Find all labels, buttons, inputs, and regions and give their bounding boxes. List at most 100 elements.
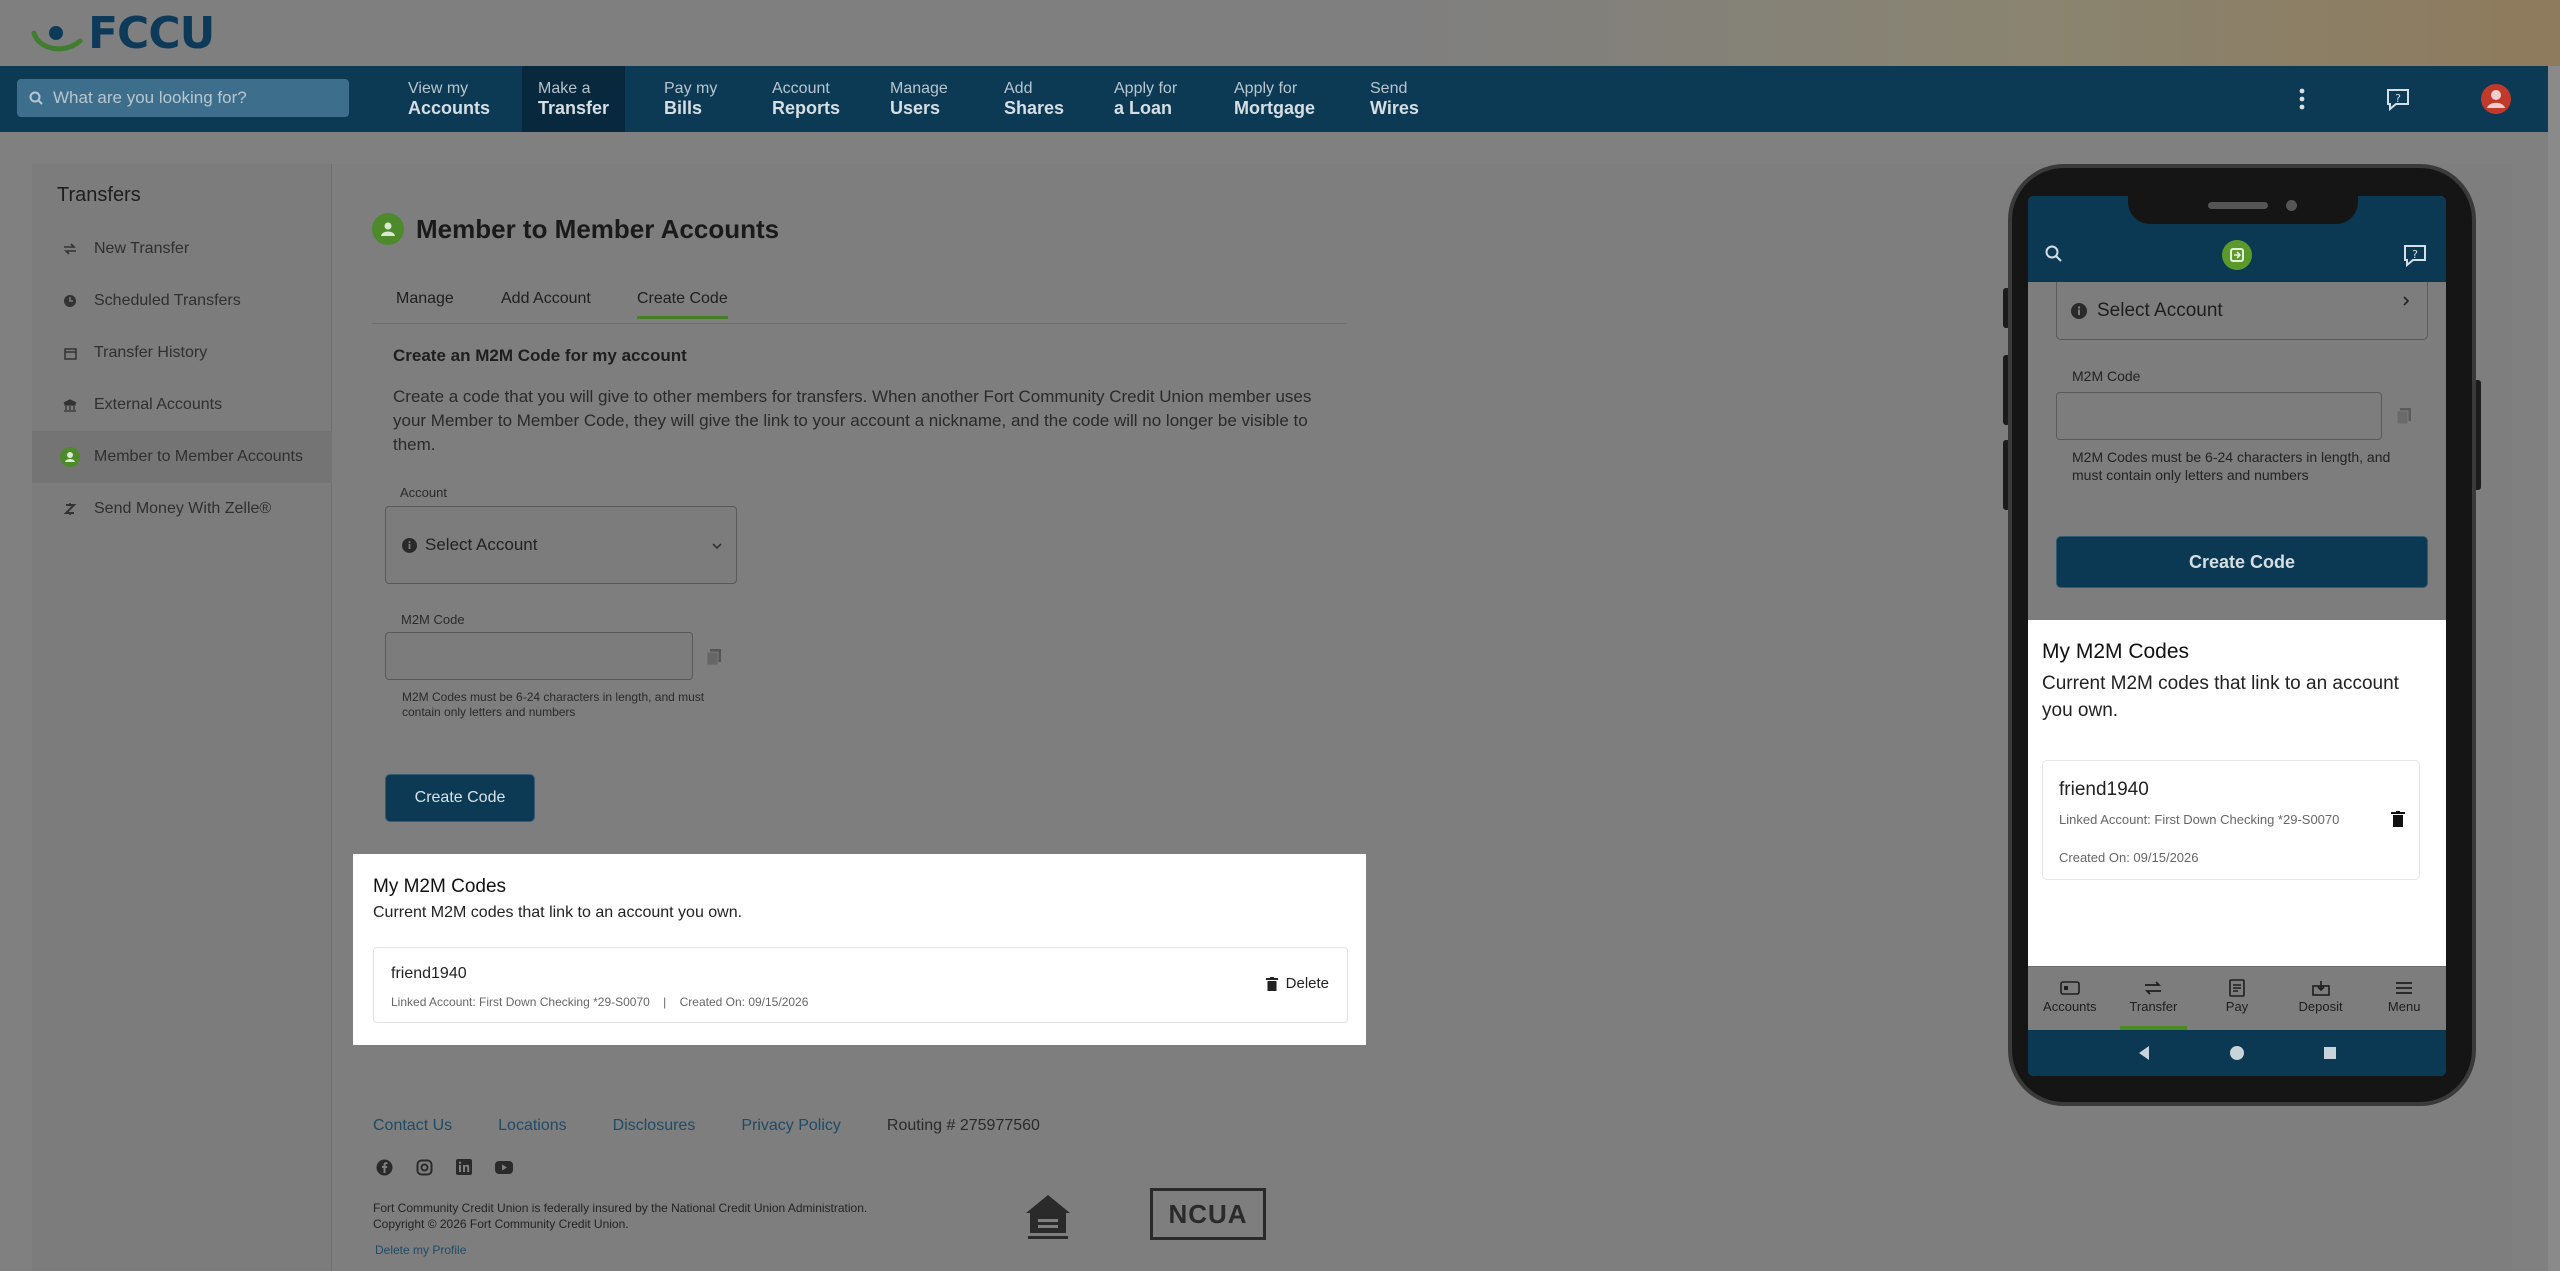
linkedin-icon[interactable] [455, 1158, 473, 1176]
svg-text:?: ? [2412, 248, 2418, 261]
phone-tab-label: Pay [2225, 999, 2249, 1014]
nav-users[interactable]: Manage Users [874, 66, 964, 132]
phone-tab-transfer[interactable]: Transfer [2112, 967, 2196, 1030]
nav-accounts[interactable]: View my Accounts [392, 66, 506, 132]
phone-code-linked: Linked Account: First Down Checking *29-… [2059, 812, 2340, 827]
sidebar-item-member-to-member[interactable]: Member to Member Accounts [32, 431, 332, 483]
android-nav-bar [2028, 1030, 2446, 1076]
phone-tab-accounts[interactable]: Accounts [2028, 967, 2112, 1030]
phone-code-created: Created On: 09/15/2026 [2059, 850, 2199, 865]
nav-reports-l2: Reports [772, 98, 841, 118]
logo-mark-icon [31, 26, 83, 52]
phone-account-select[interactable]: Select Account [2056, 282, 2428, 340]
footer-link-contact[interactable]: Contact Us [373, 1117, 452, 1135]
delete-profile-link[interactable]: Delete my Profile [375, 1243, 466, 1257]
sidebar-item-label: New Transfer [94, 240, 190, 257]
phone-copy-icon[interactable] [2396, 407, 2412, 425]
phone-m2m-input[interactable] [2056, 392, 2382, 440]
nav-transfer-l1: Make a [538, 80, 591, 97]
nav-loan[interactable]: Apply for a Loan [1098, 66, 1193, 132]
home-icon[interactable] [2229, 1045, 2245, 1061]
chevron-right-icon [2403, 296, 2409, 306]
footer-link-privacy[interactable]: Privacy Policy [741, 1117, 841, 1135]
copy-icon[interactable] [706, 648, 722, 666]
search-box[interactable] [17, 79, 349, 117]
phone-codes-title: My M2M Codes [2042, 640, 2190, 663]
transfer-icon [2143, 977, 2163, 999]
nav-shares[interactable]: Add Shares [988, 66, 1080, 132]
user-avatar-icon [2481, 84, 2511, 114]
calendar-icon [60, 347, 80, 360]
nav-bills-l1: Pay my [664, 80, 718, 97]
nav-shares-l1: Add [1004, 80, 1033, 97]
phone-m2m-label: M2M Code [2072, 368, 2141, 384]
legal-insured: Fort Community Credit Union is federally… [373, 1201, 868, 1215]
recents-icon[interactable] [2323, 1046, 2337, 1060]
phone-create-code-button[interactable]: Create Code [2056, 536, 2428, 588]
sidebar-item-new-transfer[interactable]: New Transfer [32, 223, 332, 275]
account-select[interactable]: Select Account [385, 506, 737, 584]
code-name: friend1940 [391, 965, 467, 982]
delete-label: Delete [1285, 975, 1329, 992]
sidebar-item-label: Transfer History [94, 344, 208, 361]
footer-link-disclosures[interactable]: Disclosures [613, 1117, 696, 1135]
user-avatar-button[interactable] [2466, 66, 2526, 132]
nav-mortgage[interactable]: Apply for Mortgage [1218, 66, 1331, 132]
create-code-button[interactable]: Create Code [385, 774, 535, 822]
nav-transfer[interactable]: Make a Transfer [522, 66, 626, 132]
nav-bills-l2: Bills [664, 98, 703, 118]
nav-reports[interactable]: Account Reports [756, 66, 856, 132]
search-input[interactable] [53, 88, 333, 108]
sidebar-item-zelle[interactable]: Send Money With Zelle® [32, 483, 332, 535]
page-title: Member to Member Accounts [416, 213, 780, 244]
sidebar-item-label: Send Money With Zelle® [94, 500, 272, 517]
tab-create-code[interactable]: Create Code [637, 290, 728, 319]
instagram-icon[interactable] [415, 1158, 433, 1176]
fccu-logo[interactable]: FCCU [30, 8, 215, 59]
social-links [375, 1158, 535, 1176]
page-scrollbar[interactable] [2548, 66, 2560, 1271]
phone-app-badge-icon[interactable] [2222, 240, 2252, 270]
sidebar-item-scheduled-transfers[interactable]: Scheduled Transfers [32, 275, 332, 327]
main-nav: View myAccounts Make aTransfer Pay myBil… [0, 66, 2548, 132]
phone-tab-deposit[interactable]: Deposit [2279, 967, 2363, 1030]
help-chat-button[interactable]: ? [2368, 66, 2428, 132]
phone-tab-menu[interactable]: Menu [2362, 967, 2446, 1030]
section-heading: Create an M2M Code for my account [393, 346, 687, 365]
sidebar-item-transfer-history[interactable]: Transfer History [32, 327, 332, 379]
phone-trash-icon[interactable] [2391, 811, 2405, 827]
tab-manage[interactable]: Manage [396, 290, 454, 316]
nav-accounts-l2: Accounts [408, 98, 491, 118]
delete-code-button[interactable]: Delete [1265, 975, 1329, 992]
my-m2m-codes-panel: My M2M Codes Current M2M codes that link… [353, 854, 1366, 1045]
clock-icon [60, 294, 80, 308]
facebook-icon[interactable] [375, 1158, 393, 1176]
more-menu-button[interactable] [2272, 66, 2332, 132]
phone-tab-label: Accounts [2043, 999, 2097, 1014]
m2m-code-input[interactable] [385, 632, 693, 680]
phone-tab-pay[interactable]: Pay [2195, 967, 2279, 1030]
more-vertical-icon [2299, 88, 2305, 110]
footer-link-locations[interactable]: Locations [498, 1117, 567, 1135]
nav-wires[interactable]: Send Wires [1354, 66, 1435, 132]
nav-bills[interactable]: Pay my Bills [648, 66, 733, 132]
phone-search-icon[interactable] [2044, 244, 2064, 264]
sidebar-item-external-accounts[interactable]: External Accounts [32, 379, 332, 431]
tab-add-account[interactable]: Add Account [501, 290, 591, 316]
phone-tab-bar: Accounts Transfer Pay Deposit Menu [2028, 966, 2446, 1030]
ncua-logo: NCUA [1150, 1188, 1266, 1240]
sidebar-title: Transfers [57, 184, 141, 206]
code-created-on: Created On: 09/15/2026 [679, 995, 809, 1009]
footer-links: Contact Us Locations Disclosures Privacy… [373, 1117, 1086, 1135]
member-icon [60, 447, 80, 467]
legal-text: Fort Community Credit Union is federally… [373, 1200, 867, 1232]
youtube-icon[interactable] [495, 1158, 513, 1176]
accounts-icon [2059, 977, 2080, 999]
back-icon[interactable] [2137, 1045, 2151, 1061]
nav-wires-l2: Wires [1370, 98, 1419, 118]
sidebar-item-label: Scheduled Transfers [94, 292, 241, 309]
nav-wires-l1: Send [1370, 80, 1408, 97]
deposit-icon [2311, 977, 2330, 999]
phone-help-chat-icon[interactable]: ? [2402, 243, 2428, 267]
trash-icon [1265, 976, 1278, 991]
